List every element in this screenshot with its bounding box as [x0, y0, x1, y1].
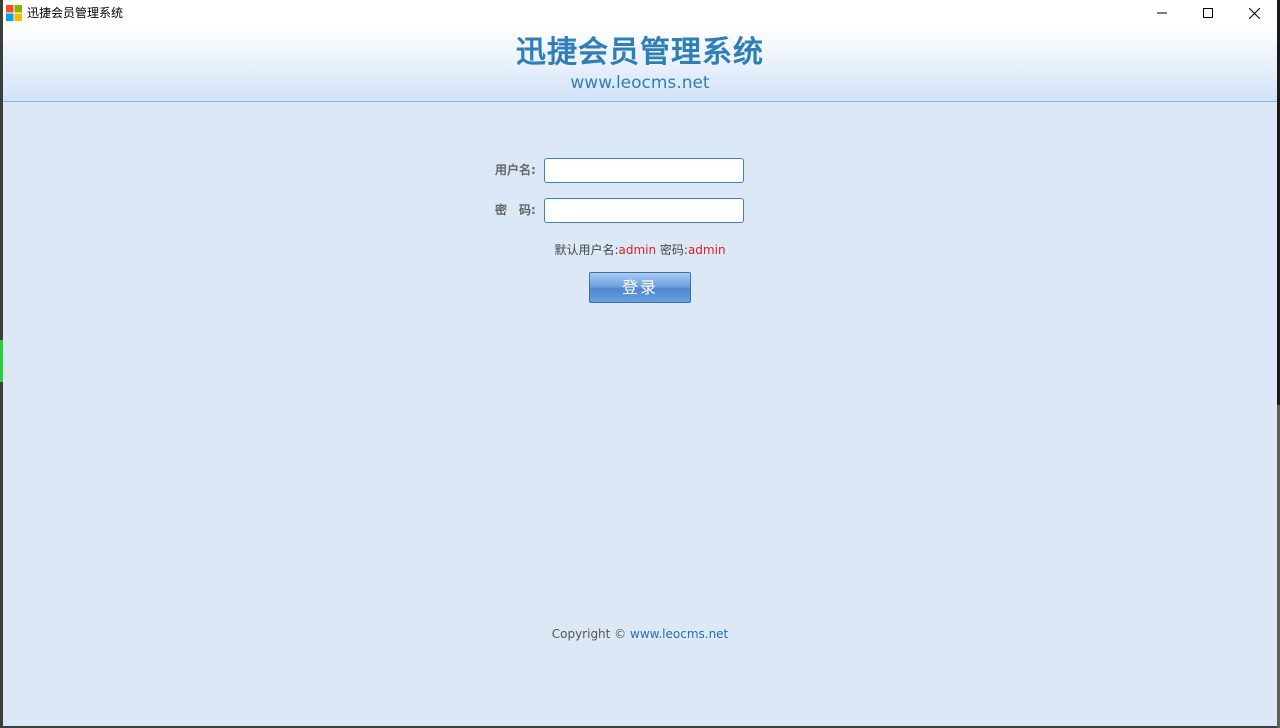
app-windows-logo-icon — [6, 5, 22, 21]
minimize-button[interactable] — [1139, 0, 1185, 26]
username-input[interactable] — [544, 158, 744, 183]
hint-pass-prefix: 密码: — [656, 243, 688, 257]
username-label: 用户名: — [495, 163, 536, 177]
copyright-text: Copyright © — [551, 627, 630, 641]
title-bar[interactable]: 迅捷会员管理系统 — [3, 0, 1277, 26]
password-input[interactable] — [544, 198, 744, 223]
header-url: www.leocms.net — [570, 73, 710, 93]
login-button[interactable]: 登录 — [589, 272, 691, 303]
password-label: 密 码: — [495, 203, 536, 217]
minimize-icon — [1157, 8, 1167, 18]
window-title: 迅捷会员管理系统 — [27, 6, 124, 20]
maximize-button[interactable] — [1185, 0, 1231, 26]
footer-link[interactable]: www.leocms.net — [630, 627, 728, 641]
close-icon — [1248, 7, 1260, 19]
header-banner: 迅捷会员管理系统 www.leocms.net — [3, 26, 1277, 102]
copyright-footer: Copyright © www.leocms.net — [3, 626, 1277, 642]
close-button[interactable] — [1231, 0, 1277, 26]
maximize-icon — [1203, 8, 1213, 18]
hint-user-value: admin — [618, 243, 657, 257]
default-credentials-hint: 默认用户名:admin 密码:admin — [3, 242, 1277, 258]
header-title: 迅捷会员管理系统 — [516, 35, 764, 70]
app-window: 迅捷会员管理系统 迅捷会员管理系统 www.leocms.net 用户名: 密 … — [3, 0, 1277, 726]
hint-user-prefix: 默认用户名: — [554, 243, 619, 257]
hint-pass-value: admin — [687, 243, 726, 257]
